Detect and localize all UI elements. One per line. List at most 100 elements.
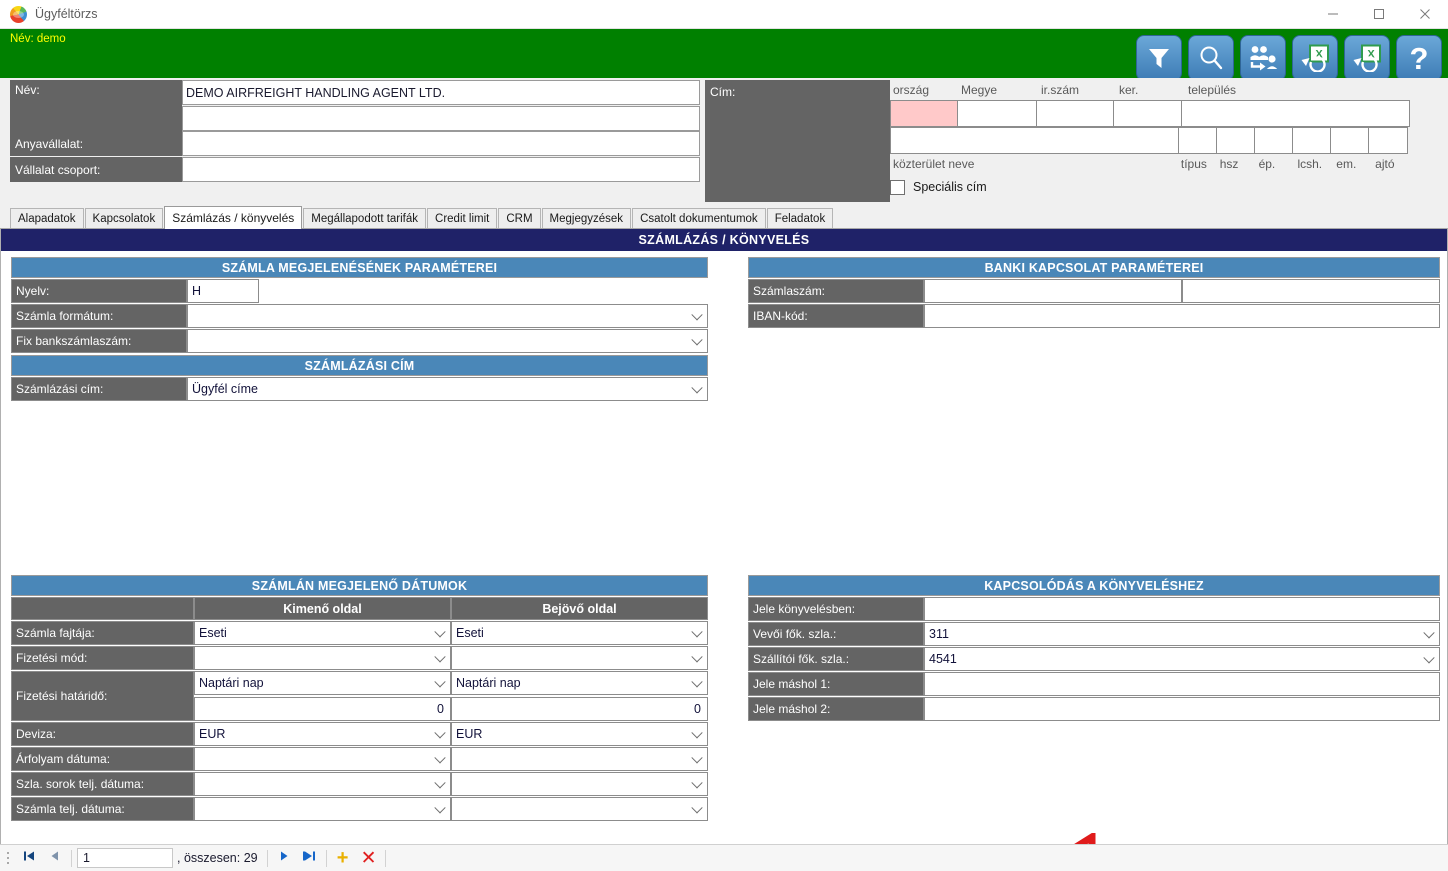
- address-header-county: Megye: [961, 83, 998, 97]
- customer-ledger-account-select[interactable]: 311: [924, 622, 1440, 646]
- other-mark-2-input[interactable]: [924, 697, 1440, 721]
- tab-csatolt-dokumentumok[interactable]: Csatolt dokumentumok: [632, 208, 766, 228]
- invoice-lines-fulfillment-out-select[interactable]: [194, 772, 451, 796]
- account-number-input-1[interactable]: [924, 279, 1182, 303]
- currency-in-select[interactable]: EUR: [451, 722, 708, 746]
- address-door-input[interactable]: [1368, 127, 1408, 154]
- language-input[interactable]: H: [187, 279, 259, 303]
- address-column-footers: közterület neve típus hsz ép. lcsh. em. …: [890, 154, 1412, 173]
- payment-deadline-in-select[interactable]: Naptári nap: [451, 671, 708, 695]
- address-floor-input[interactable]: [1330, 127, 1369, 154]
- fixed-bank-account-row: Fix bankszámlaszám:: [11, 329, 708, 353]
- name-input-2[interactable]: [182, 106, 700, 131]
- currency-row: Deviza: EUR EUR: [11, 722, 708, 746]
- parent-company-label: Anyavállalat:: [10, 131, 182, 156]
- tab-kapcsolatok[interactable]: Kapcsolatok: [84, 208, 164, 228]
- previous-record-button[interactable]: [42, 847, 68, 869]
- divider: [384, 849, 386, 867]
- parent-company-input[interactable]: [182, 131, 700, 156]
- address-zip-input[interactable]: [1036, 100, 1114, 127]
- tab-credit-limit[interactable]: Credit limit: [427, 208, 498, 228]
- address-house-number-input[interactable]: [1216, 127, 1255, 154]
- supplier-ledger-account-select[interactable]: 4541: [924, 647, 1440, 671]
- record-number-input[interactable]: 1: [77, 848, 173, 868]
- currency-out-select[interactable]: EUR: [194, 722, 451, 746]
- filter-button[interactable]: [1136, 35, 1182, 81]
- address-footer-housenr: hsz: [1219, 156, 1239, 171]
- exchange-rate-date-out-select[interactable]: [194, 747, 451, 771]
- address-header-city: település: [1188, 83, 1237, 97]
- address-county-input[interactable]: [957, 100, 1037, 127]
- exchange-rate-date-label: Árfolyam dátuma:: [11, 747, 194, 771]
- tab-szamlazas-konyveles[interactable]: Számlázás / könyvelés: [164, 206, 303, 229]
- payment-deadline-out-days[interactable]: 0: [194, 697, 451, 721]
- special-address-checkbox[interactable]: [890, 179, 905, 195]
- tab-crm[interactable]: CRM: [498, 208, 541, 228]
- address-district-input[interactable]: [1113, 100, 1182, 127]
- help-button[interactable]: ?: [1396, 35, 1442, 81]
- chevron-down-icon: [434, 626, 446, 638]
- invoice-lines-fulfillment-date-label: Szla. sorok telj. dátuma:: [11, 772, 194, 796]
- minimize-button[interactable]: [1310, 0, 1356, 29]
- delete-record-button[interactable]: ✕: [356, 847, 382, 869]
- payment-deadline-out-select[interactable]: Naptári nap: [194, 671, 451, 695]
- drag-grip[interactable]: [4, 849, 12, 867]
- invoice-lines-fulfillment-in-select[interactable]: [451, 772, 708, 796]
- last-record-button[interactable]: [297, 847, 323, 869]
- contact-transfer-button[interactable]: [1240, 35, 1286, 81]
- other-mark-1-input[interactable]: [924, 672, 1440, 696]
- tab-megjegyzesek[interactable]: Megjegyzések: [541, 208, 632, 228]
- account-number-row: Számlaszám:: [748, 279, 1440, 303]
- chevron-down-icon: [434, 676, 446, 688]
- exchange-rate-date-in-select[interactable]: [451, 747, 708, 771]
- address-staircase-input[interactable]: [1292, 127, 1331, 154]
- special-address-row[interactable]: Speciális cím: [890, 176, 1412, 198]
- excel-import-button[interactable]: X: [1344, 35, 1390, 81]
- app-logo-icon: [10, 5, 27, 23]
- bank-params-header: BANKI KAPCSOLAT PARAMÉTEREI: [748, 257, 1440, 278]
- chevron-down-icon: [691, 382, 703, 394]
- payment-method-in-select[interactable]: [451, 646, 708, 670]
- tab-megallapodott-tarifak[interactable]: Megállapodott tarifák: [303, 208, 427, 228]
- invoice-type-out-select[interactable]: Eseti: [194, 621, 451, 645]
- invoice-type-label: Számla fajtája:: [11, 621, 194, 645]
- tab-content-panel: SZÁMLÁZÁS / KÖNYVELÉS SZÁMLA MEGJELENÉSÉ…: [0, 229, 1448, 844]
- chevron-down-icon: [1423, 627, 1435, 639]
- accounting-mark-input[interactable]: [924, 597, 1440, 621]
- company-group-input[interactable]: [182, 157, 700, 182]
- address-country-input[interactable]: [890, 100, 958, 127]
- excel-export-button[interactable]: X: [1292, 35, 1338, 81]
- address-city-input[interactable]: [1181, 100, 1410, 127]
- exchange-rate-date-row: Árfolyam dátuma:: [11, 747, 708, 771]
- chevron-down-icon: [691, 802, 703, 814]
- chevron-down-icon: [691, 651, 703, 663]
- iban-label: IBAN-kód:: [748, 304, 924, 328]
- supplier-ledger-account-row: Szállítói fők. szla.: 4541: [748, 647, 1440, 671]
- iban-input[interactable]: [924, 304, 1440, 328]
- plus-icon: +: [336, 847, 349, 869]
- invoice-fulfillment-out-select[interactable]: [194, 797, 451, 821]
- tab-feladatok[interactable]: Feladatok: [766, 208, 834, 228]
- invoice-type-in-select[interactable]: Eseti: [451, 621, 708, 645]
- search-button[interactable]: [1188, 35, 1234, 81]
- invoice-format-select[interactable]: [187, 304, 708, 328]
- name-label: Név:: [10, 80, 182, 131]
- payment-method-out-select[interactable]: [194, 646, 451, 670]
- tab-alapadatok[interactable]: Alapadatok: [10, 208, 84, 228]
- maximize-button[interactable]: [1356, 0, 1402, 29]
- address-street-type-input[interactable]: [1178, 127, 1217, 154]
- payment-deadline-in-days[interactable]: 0: [451, 697, 708, 721]
- first-record-button[interactable]: [16, 847, 42, 869]
- next-record-button[interactable]: [271, 847, 297, 869]
- name-input[interactable]: DEMO AIRFREIGHT HANDLING AGENT LTD.: [182, 80, 700, 105]
- account-number-input-2[interactable]: [1182, 279, 1440, 303]
- add-record-button[interactable]: +: [330, 847, 356, 869]
- close-button[interactable]: [1402, 0, 1448, 29]
- billing-address-select[interactable]: Ügyfél címe: [187, 377, 708, 401]
- address-street-input[interactable]: [890, 127, 1179, 154]
- fixed-bank-account-select[interactable]: [187, 329, 708, 353]
- payment-method-row: Fizetési mód:: [11, 646, 708, 670]
- address-building-input[interactable]: [1254, 127, 1293, 154]
- address-header-country: ország: [893, 83, 930, 97]
- invoice-fulfillment-in-select[interactable]: [451, 797, 708, 821]
